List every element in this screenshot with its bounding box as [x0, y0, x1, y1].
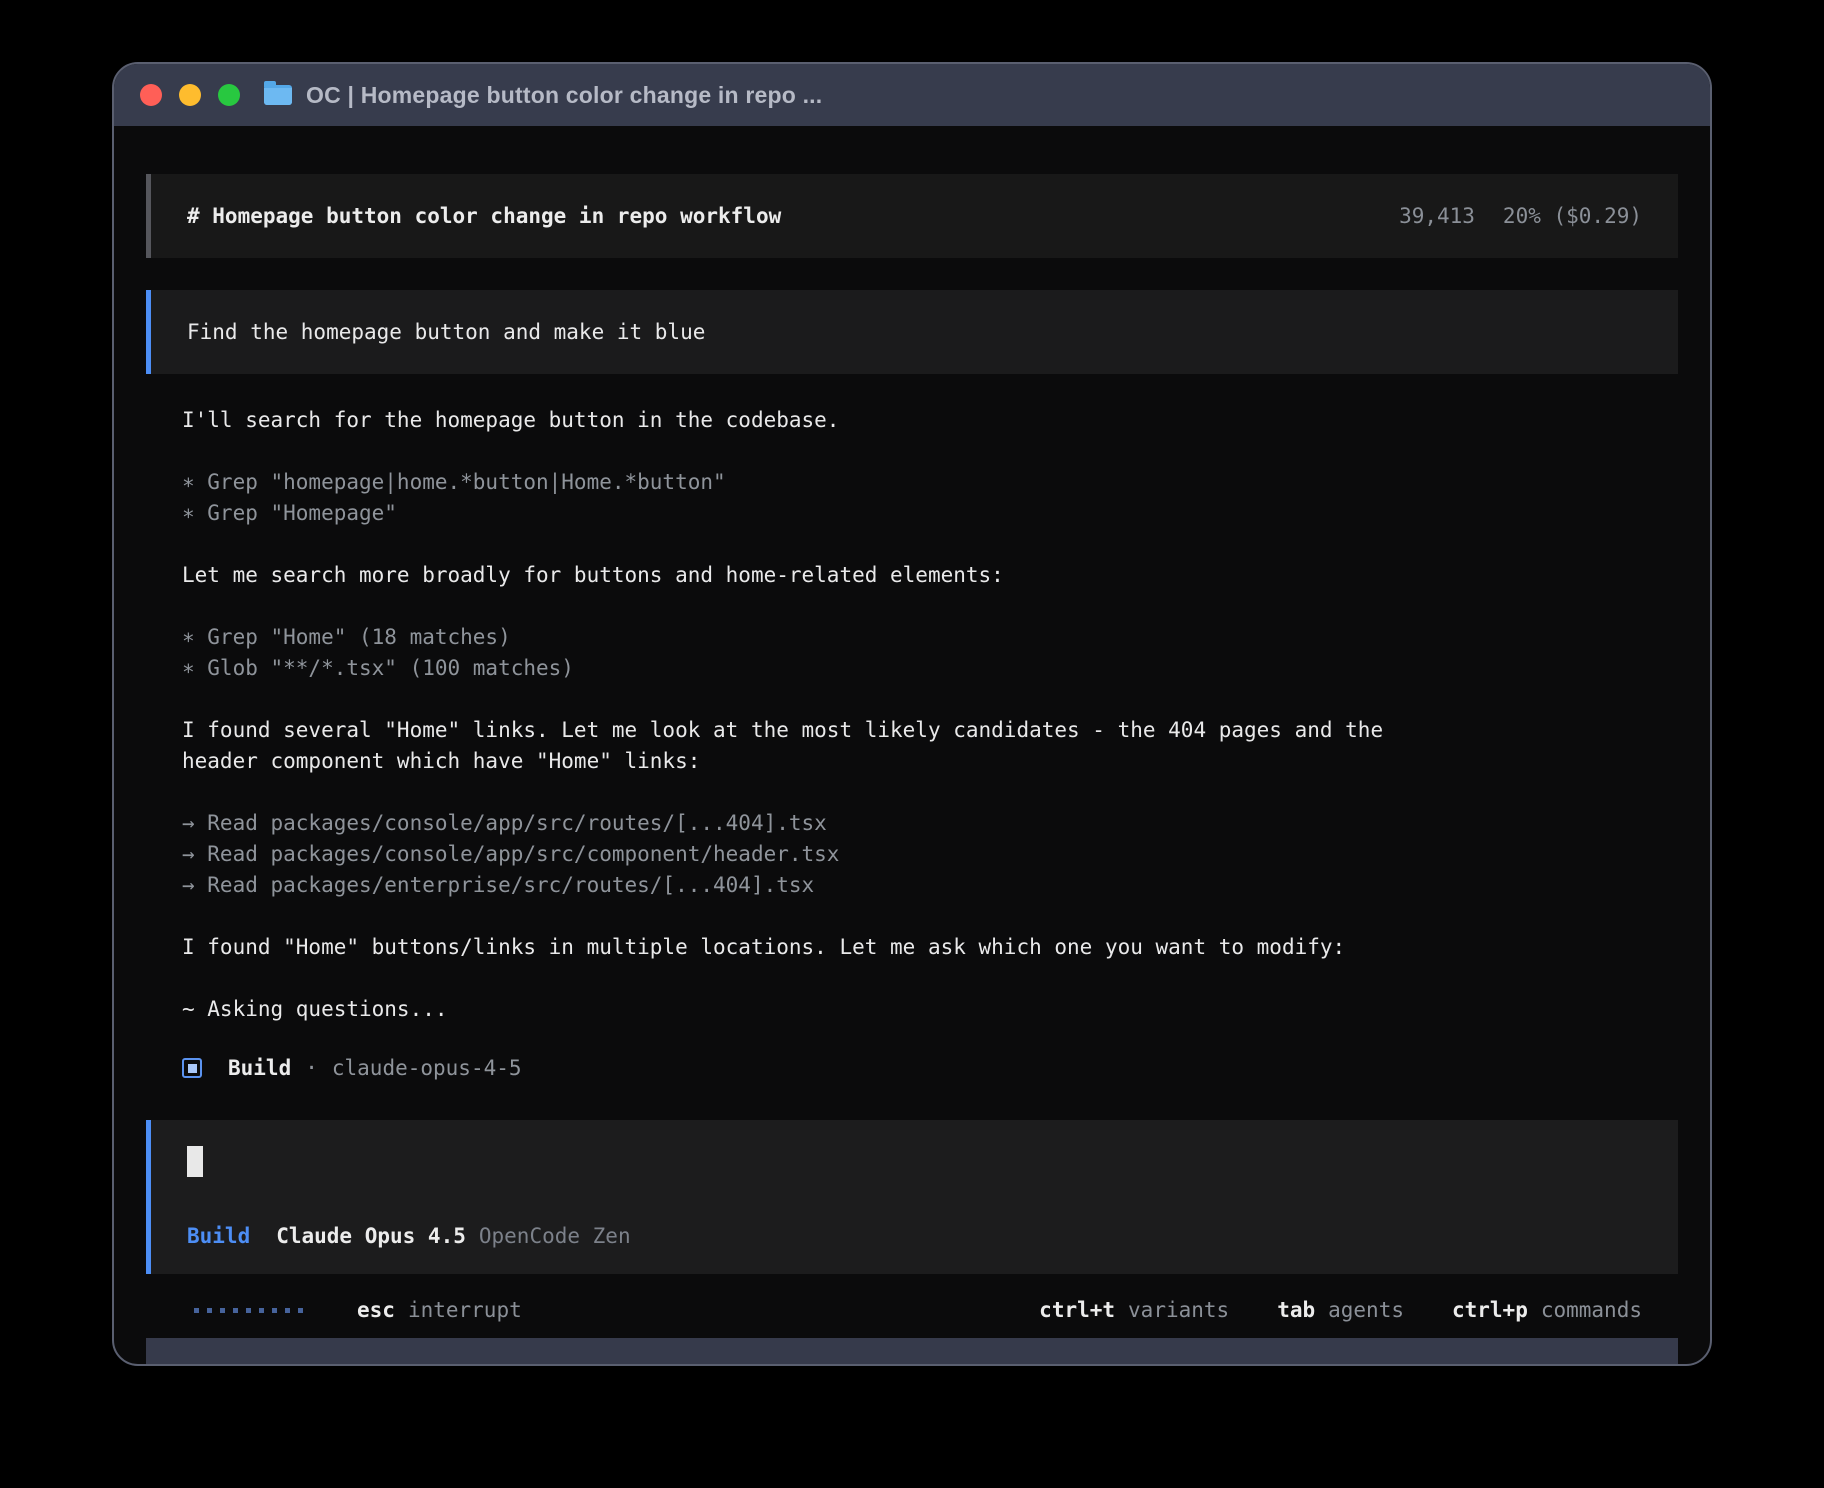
spinner-dot: [298, 1308, 303, 1313]
assistant-line: → Read packages/enterprise/src/routes/[.…: [182, 870, 1678, 901]
hint-label: agents: [1328, 1298, 1404, 1322]
agent-model: claude-opus-4-5: [332, 1056, 522, 1080]
assistant-line: ∗ Grep "Homepage": [182, 498, 1678, 529]
assistant-line: [182, 591, 1678, 622]
agent-name: Build: [228, 1056, 291, 1080]
assistant-line: I found "Home" buttons/links in multiple…: [182, 932, 1678, 963]
assistant-line: [182, 529, 1678, 560]
folder-icon: [264, 85, 292, 105]
prompt-input[interactable]: Build Claude Opus 4.5 OpenCode Zen: [146, 1120, 1678, 1274]
agent-status-row: Build · claude-opus-4-5: [146, 1056, 1678, 1080]
user-message: Find the homepage button and make it blu…: [146, 290, 1678, 374]
user-message-text: Find the homepage button and make it blu…: [187, 320, 705, 344]
assistant-line: I'll search for the homepage button in t…: [182, 405, 1678, 436]
session-header: # Homepage button color change in repo w…: [146, 174, 1678, 258]
assistant-line: [182, 777, 1678, 808]
text-cursor: [187, 1146, 203, 1177]
context-cost: 20% ($0.29): [1503, 204, 1642, 228]
hint-key: tab: [1277, 1298, 1315, 1322]
assistant-line: → Read packages/console/app/src/routes/[…: [182, 808, 1678, 839]
spinner-dot: [272, 1308, 277, 1313]
terminal-window: OC | Homepage button color change in rep…: [112, 62, 1712, 1366]
titlebar[interactable]: OC | Homepage button color change in rep…: [114, 64, 1710, 126]
close-button[interactable]: [140, 84, 162, 106]
spinner-dot: [285, 1308, 290, 1313]
spinner-dot: [220, 1308, 225, 1313]
traffic-lights: [140, 84, 240, 106]
spinner-dot: [194, 1308, 199, 1313]
assistant-line: ~ Asking questions...: [182, 994, 1678, 1025]
assistant-line: ∗ Grep "Home" (18 matches): [182, 622, 1678, 653]
spinner-dot: [246, 1308, 251, 1313]
agent-square-icon: [182, 1058, 202, 1078]
hint-key: ctrl+t: [1039, 1298, 1115, 1322]
assistant-line: Let me search more broadly for buttons a…: [182, 560, 1678, 591]
input-provider-label: OpenCode Zen: [479, 1224, 631, 1248]
agent-separator: ·: [305, 1056, 318, 1080]
hint-interrupt: esc interrupt: [357, 1298, 522, 1322]
spinner-dot: [207, 1308, 212, 1313]
hint-label-interrupt: interrupt: [408, 1298, 522, 1322]
window-bottom-bar: [146, 1338, 1678, 1364]
keyboard-hints: ctrl+t variants tab agents ctrl+p commands: [1039, 1298, 1642, 1322]
hint-key: ctrl+p: [1452, 1298, 1528, 1322]
assistant-line: [182, 684, 1678, 715]
assistant-line: header component which have "Home" links…: [182, 746, 1678, 777]
zoom-button[interactable]: [218, 84, 240, 106]
assistant-line: [182, 901, 1678, 932]
token-count: 39,413: [1399, 204, 1475, 228]
assistant-line: [182, 963, 1678, 994]
terminal-content: # Homepage button color change in repo w…: [114, 126, 1710, 1364]
hint-variants: ctrl+t variants: [1039, 1298, 1229, 1322]
spinner-dots: [194, 1308, 303, 1313]
session-title: # Homepage button color change in repo w…: [187, 204, 781, 228]
assistant-line: ∗ Grep "homepage|home.*button|Home.*butt…: [182, 467, 1678, 498]
hint-label: commands: [1541, 1298, 1642, 1322]
input-agent-label[interactable]: Build: [187, 1224, 250, 1248]
hint-key-esc: esc: [357, 1298, 395, 1322]
assistant-line: ∗ Glob "**/*.tsx" (100 matches): [182, 653, 1678, 684]
hint-commands: ctrl+p commands: [1452, 1298, 1642, 1322]
session-stats: 39,413 20% ($0.29): [1399, 204, 1642, 228]
input-model-label[interactable]: Claude Opus 4.5: [276, 1224, 466, 1248]
assistant-line: → Read packages/console/app/src/componen…: [182, 839, 1678, 870]
assistant-output: I'll search for the homepage button in t…: [146, 405, 1678, 1025]
hint-agents: tab agents: [1277, 1298, 1404, 1322]
assistant-line: [182, 436, 1678, 467]
input-footer: Build Claude Opus 4.5 OpenCode Zen: [187, 1224, 1642, 1248]
assistant-line: I found several "Home" links. Let me loo…: [182, 715, 1678, 746]
minimize-button[interactable]: [179, 84, 201, 106]
hint-label: variants: [1128, 1298, 1229, 1322]
spinner-dot: [259, 1308, 264, 1313]
spinner-dot: [233, 1308, 238, 1313]
status-bar: esc interrupt ctrl+tvariantstabagentsctr…: [194, 1298, 1642, 1322]
window-title: OC | Homepage button color change in rep…: [306, 82, 822, 109]
